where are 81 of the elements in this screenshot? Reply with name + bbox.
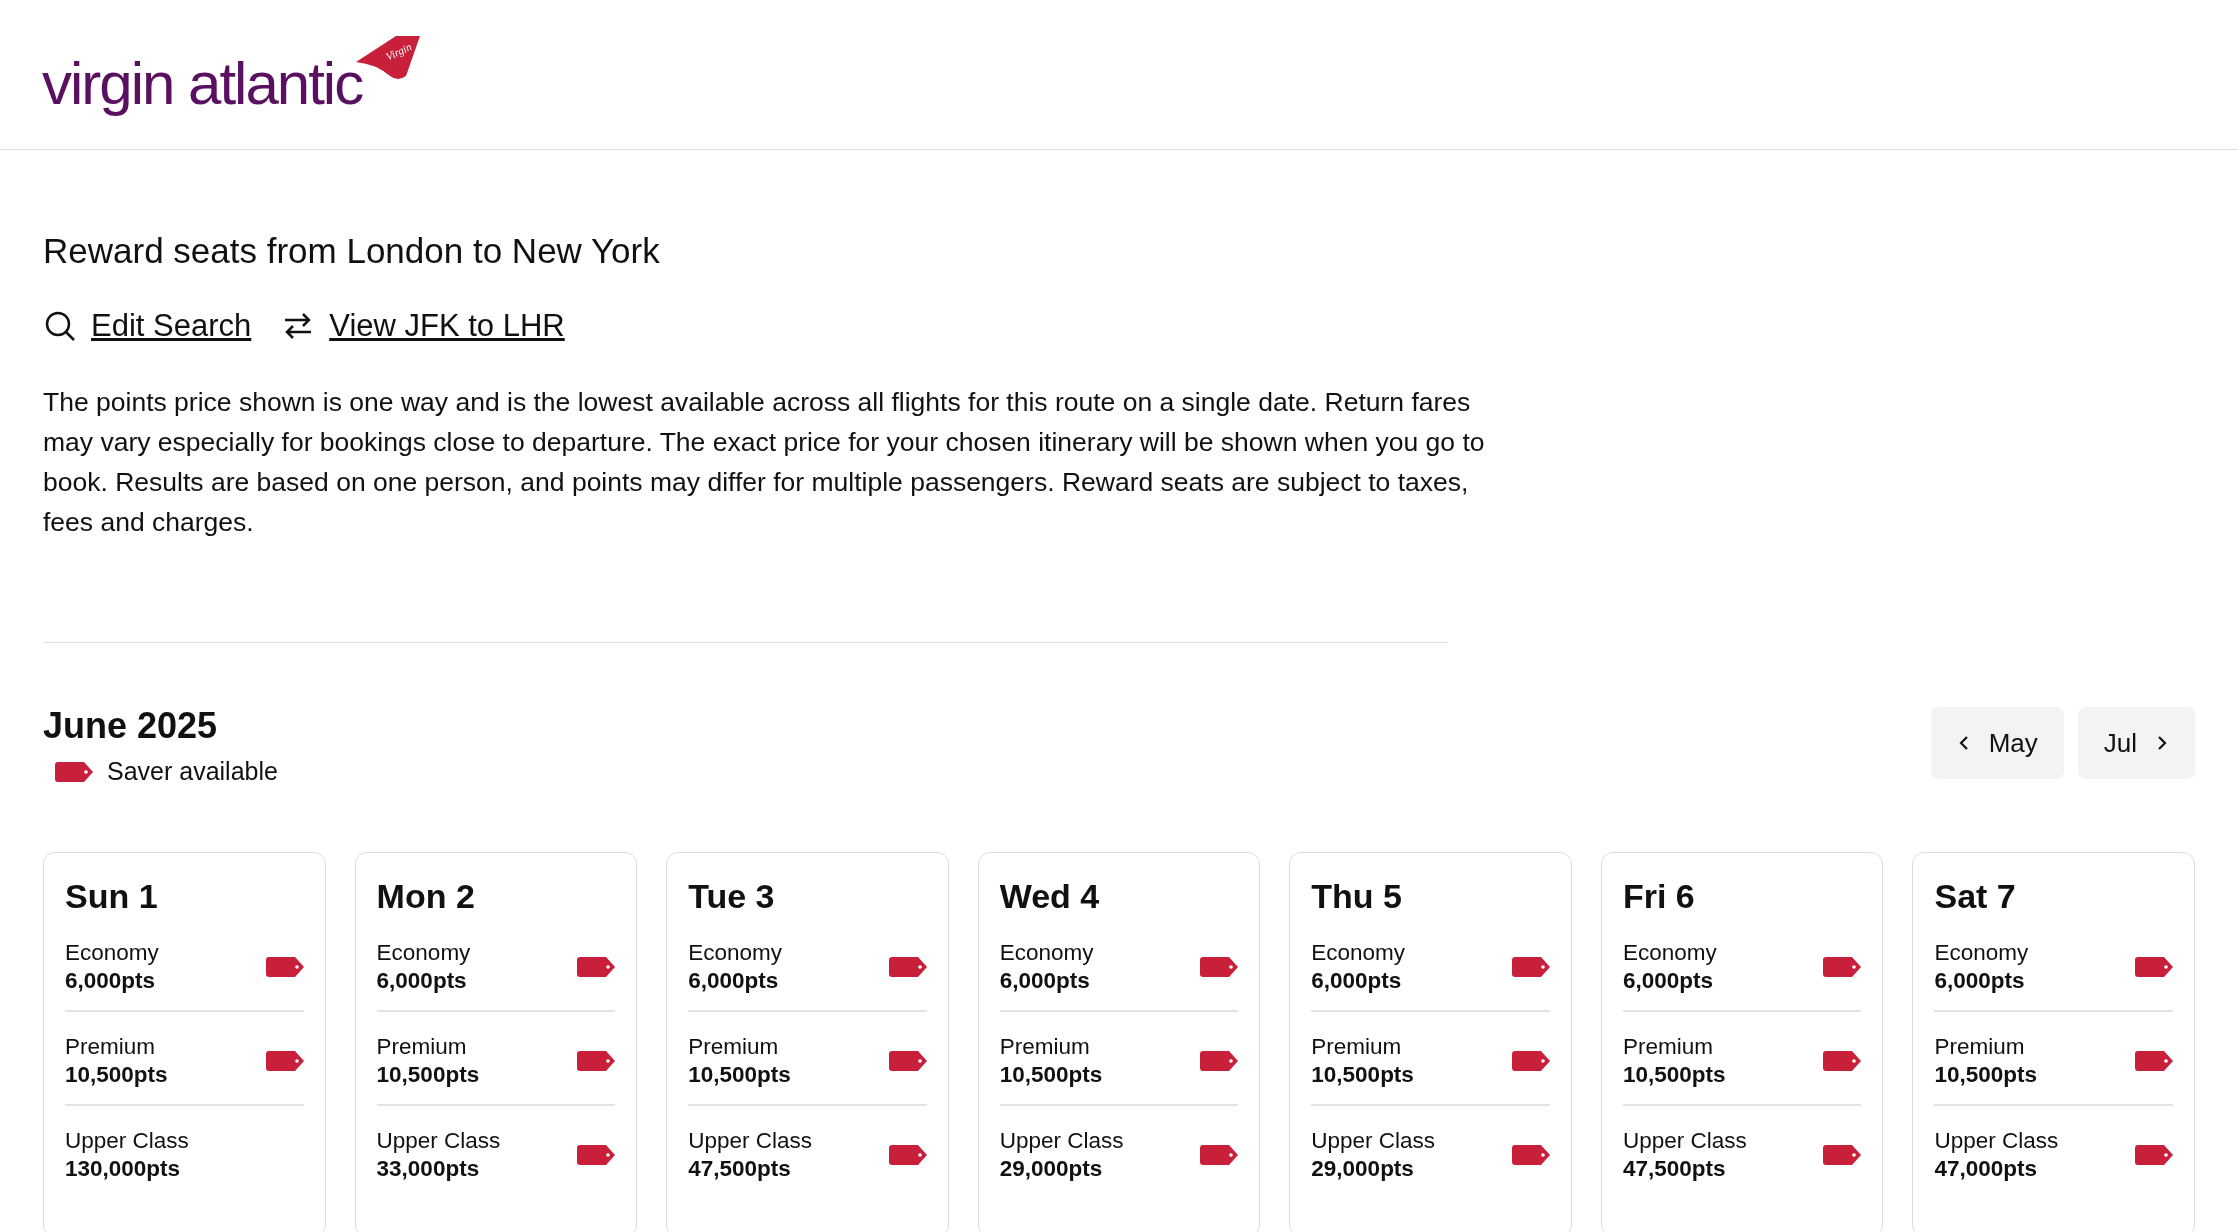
fare-row[interactable]: Economy 6,000pts xyxy=(688,932,927,1012)
link[interactable]: Edit Search xyxy=(91,308,252,344)
cabin-label: Premium xyxy=(65,1034,156,1060)
points-price: 10,500pts xyxy=(688,1062,791,1088)
points-price: 6,000pts xyxy=(1311,968,1403,994)
cabin-label: Upper Class xyxy=(1934,1128,2059,1154)
points-price: 6,000pts xyxy=(65,968,157,994)
disclaimer-text: The points price shown is one way and is the lowest available across all flights for this route on a single date. Return fares may vary especially for bookings close to departure. The exact price for your chosen itinerary will be shown when you go to book. Results are based on one person, and points may differ for multiple passengers. Reward seats are subject to taxes, fees and charges. xyxy=(43,386,1486,539)
fare-row[interactable]: Economy 6,000pts xyxy=(65,932,304,1012)
cabin-label: Upper Class xyxy=(65,1128,189,1154)
link[interactable]: View JFK to LHR xyxy=(329,308,565,344)
points-price: 6,000pts xyxy=(1934,968,2026,994)
day-heading: Thu 5 xyxy=(1311,877,1403,916)
cabin-label: Economy xyxy=(688,940,782,966)
points-price: 6,000pts xyxy=(688,968,780,994)
points-price: 47,000pts xyxy=(1934,1156,2039,1182)
points-price: 10,500pts xyxy=(999,1062,1103,1088)
cabin-label: Premium xyxy=(999,1034,1091,1060)
points-price: 10,500pts xyxy=(376,1062,480,1088)
cabin-label: Upper Class xyxy=(999,1128,1124,1154)
cabin-label: Upper Class xyxy=(688,1128,812,1154)
points-price: 6,000pts xyxy=(999,968,1091,994)
cabin-label: Premium xyxy=(376,1034,468,1060)
fare-row[interactable]: Premium 10,500pts xyxy=(376,1026,616,1106)
fare-row[interactable]: Economy 6,000pts xyxy=(1622,932,1862,1012)
cabin-label: Premium xyxy=(1622,1034,1714,1060)
day-heading: Sun 1 xyxy=(65,877,159,916)
points-price: 47,500pts xyxy=(1622,1156,1727,1182)
cabin-label: Upper Class xyxy=(1311,1128,1436,1154)
points-price: 10,500pts xyxy=(65,1062,168,1088)
cabin-label: Upper Class xyxy=(1622,1128,1747,1154)
day-heading: Sat 7 xyxy=(1934,877,2017,916)
fare-row[interactable]: Upper Class 29,000pts xyxy=(1311,1120,1550,1198)
fare-row[interactable]: Economy 6,000pts xyxy=(1311,932,1550,1012)
cabin-label: Premium xyxy=(1934,1034,2026,1060)
fare-row[interactable]: Upper Class 33,000pts xyxy=(376,1120,616,1198)
points-price: 47,500pts xyxy=(688,1156,792,1182)
points-price: 6,000pts xyxy=(376,968,468,994)
fare-row[interactable]: Upper Class 29,000pts xyxy=(999,1120,1239,1198)
points-price: 10,500pts xyxy=(1622,1062,1726,1088)
cabin-label: Premium xyxy=(1311,1034,1403,1060)
fare-row[interactable]: Premium 10,500pts xyxy=(999,1026,1239,1106)
page-title: Reward seats from London to New York xyxy=(43,230,661,272)
points-price: 6,000pts xyxy=(1622,968,1714,994)
fare-row[interactable]: Upper Class 47,500pts xyxy=(1622,1120,1862,1198)
previous-month-button[interactable]: May xyxy=(1930,707,2064,779)
cabin-label: Upper Class xyxy=(376,1128,501,1154)
search-icon xyxy=(43,309,77,343)
cabin-label: Economy xyxy=(65,940,159,966)
day-heading: Wed 4 xyxy=(999,877,1101,916)
points-price: 29,000pts xyxy=(1311,1156,1415,1182)
cabin-label: Economy xyxy=(376,940,471,966)
points-price: 33,000pts xyxy=(376,1156,481,1182)
cabin-label: Economy xyxy=(1622,940,1717,966)
points-price: 29,000pts xyxy=(999,1156,1104,1182)
fare-row[interactable]: Upper Class 47,000pts xyxy=(1934,1120,2174,1198)
cabin-label: Economy xyxy=(1311,940,1406,966)
points-price: 10,500pts xyxy=(1934,1062,2038,1088)
cabin-label: Premium xyxy=(688,1034,780,1060)
fare-row[interactable]: Upper Class 130,000pts xyxy=(65,1120,304,1198)
fare-row[interactable]: Premium 10,500pts xyxy=(1311,1026,1550,1106)
logo[interactable]: virgin atlantic Virgin xyxy=(42,35,421,114)
legend-label: Saver available xyxy=(107,757,278,786)
fare-row[interactable]: Premium 10,500pts xyxy=(65,1026,304,1106)
fare-row[interactable]: Premium 10,500pts xyxy=(1934,1026,2174,1106)
fare-row[interactable]: Premium 10,500pts xyxy=(1622,1026,1862,1106)
next-month-button[interactable]: Jul xyxy=(2077,707,2195,779)
fare-row[interactable]: Economy 6,000pts xyxy=(376,932,616,1012)
month-heading: June 2025 xyxy=(43,705,219,747)
cabin-label: Economy xyxy=(1934,940,2029,966)
fare-row[interactable]: Economy 6,000pts xyxy=(999,932,1239,1012)
fare-row[interactable]: Premium 10,500pts xyxy=(688,1026,927,1106)
day-heading: Fri 6 xyxy=(1622,877,1696,916)
fare-row[interactable]: Upper Class 47,500pts xyxy=(688,1120,927,1198)
day-heading: Mon 2 xyxy=(376,877,476,916)
points-price: 10,500pts xyxy=(1311,1062,1414,1088)
fare-row[interactable]: Economy 6,000pts xyxy=(1934,932,2174,1012)
day-heading: Tue 3 xyxy=(688,877,776,916)
points-price: 130,000pts xyxy=(65,1156,182,1182)
cabin-label: Economy xyxy=(999,940,1094,966)
tag-icon xyxy=(55,761,93,782)
